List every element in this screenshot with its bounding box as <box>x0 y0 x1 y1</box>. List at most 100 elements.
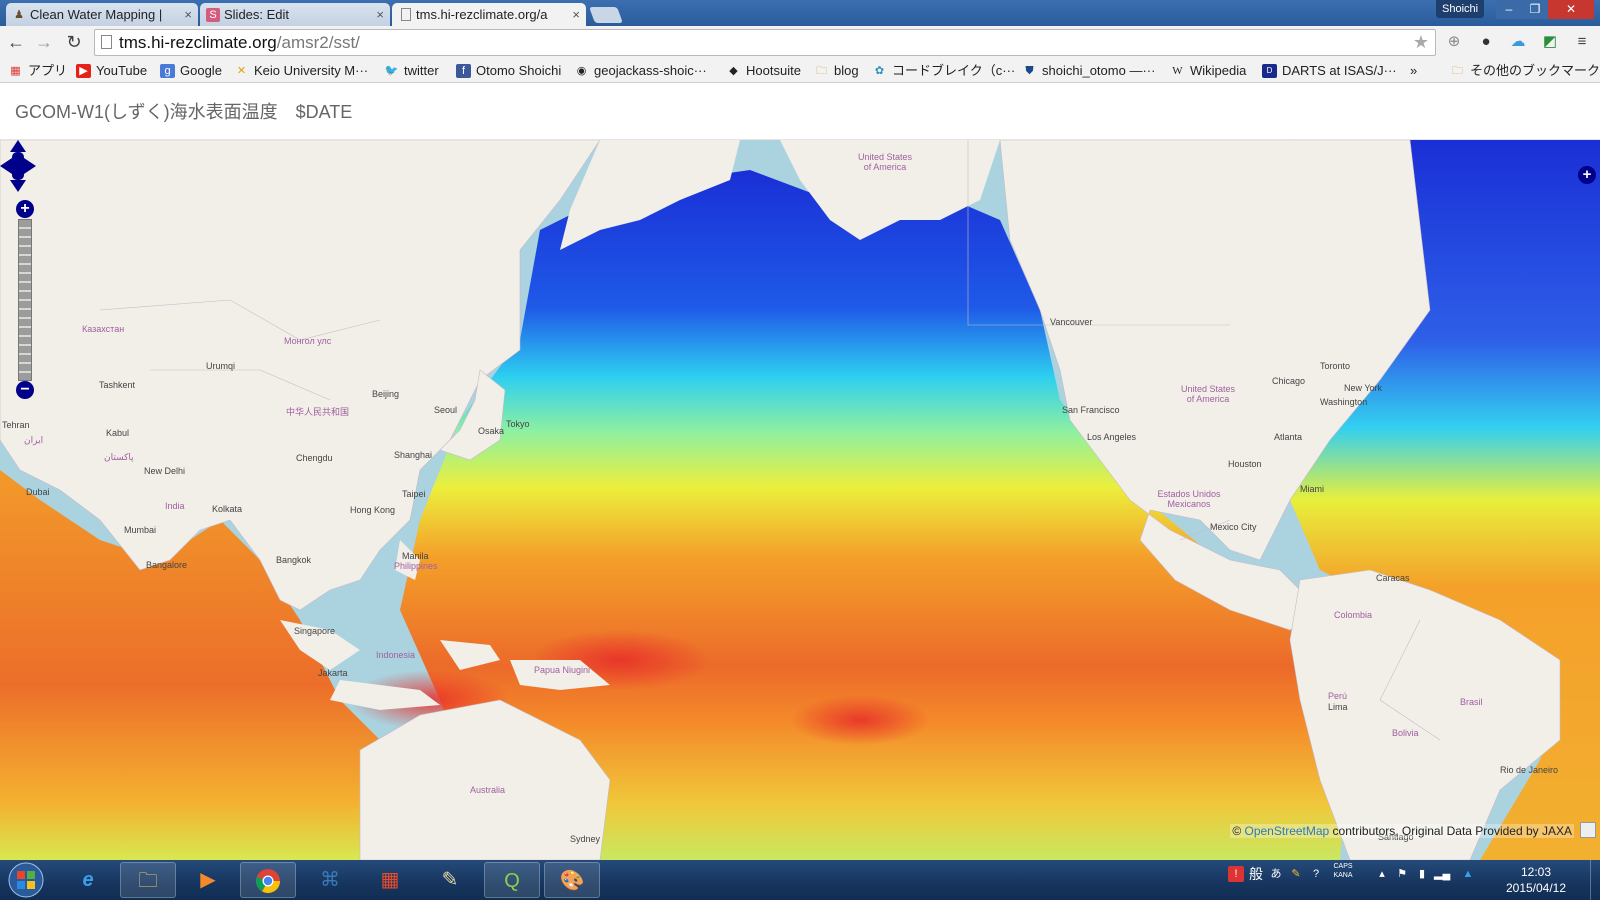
address-bar[interactable]: tms.hi-rezclimate.org/amsr2/sst/ ★ <box>94 29 1436 56</box>
show-hidden-icons-icon[interactable]: ▴ <box>1374 866 1390 882</box>
close-tab-icon[interactable]: × <box>376 3 384 26</box>
tab-title: Slides: Edit <box>224 7 290 22</box>
qgis-icon[interactable]: Q <box>484 862 540 898</box>
restore-icon[interactable]: ❐ <box>1522 0 1548 19</box>
bookmark-twitter[interactable]: 🐦 twitter <box>384 62 439 80</box>
pan-down-icon[interactable] <box>10 180 26 192</box>
new-tab-button[interactable] <box>589 7 623 23</box>
zoom-slider[interactable] <box>18 219 32 381</box>
map-label: Tehran <box>2 420 30 430</box>
map-label: Lima <box>1328 702 1348 712</box>
pan-control[interactable] <box>0 140 36 192</box>
tab-tms-hi-rezclimate[interactable]: tms.hi-rezclimate.org/a × <box>392 3 586 26</box>
python-icon[interactable]: ⌘ <box>302 862 358 898</box>
internet-explorer-icon[interactable]: e <box>60 862 116 898</box>
apps-grid-icon[interactable]: ▦ <box>362 862 418 898</box>
bookmark-star-icon[interactable]: ★ <box>1413 30 1429 55</box>
cloud-icon[interactable]: ☁ <box>1508 32 1528 52</box>
other-bookmarks-folder[interactable]: 🗀 その他のブックマーク <box>1450 62 1600 80</box>
antivirus-icon[interactable]: ! <box>1228 866 1244 882</box>
back-arrow-icon[interactable]: ← <box>4 30 28 54</box>
sst-map[interactable]: United States of America Казахстан Монго… <box>0 140 1600 860</box>
system-clock[interactable]: 12:03 2015/04/12 <box>1504 864 1568 896</box>
bookmark-google[interactable]: g Google <box>160 62 222 80</box>
folder-icon: 🗀 <box>1452 65 1463 77</box>
close-tab-icon[interactable]: × <box>184 3 192 26</box>
bookmark-keio[interactable]: ✕ Keio University M··· <box>234 62 368 80</box>
map-label: Seoul <box>434 405 458 415</box>
pan-up-icon[interactable] <box>10 140 26 152</box>
extension-icon[interactable]: ⊕ <box>1444 32 1464 52</box>
show-desktop-button[interactable] <box>1590 860 1600 900</box>
map-label: Urumqi <box>206 361 236 371</box>
ime-icon[interactable]: あ <box>1268 866 1284 882</box>
map-label: United States of America <box>857 152 913 172</box>
twitter-bird-icon: 🐦 <box>384 65 399 77</box>
broken-image-icon <box>1580 822 1596 838</box>
tab-clean-water-mapping[interactable]: ♟ Clean Water Mapping | × <box>6 3 198 26</box>
zoom-out-button[interactable]: − <box>16 381 34 399</box>
bookmark-blog[interactable]: 🗀 blog <box>814 62 859 80</box>
map-label: Washington <box>1320 397 1368 407</box>
map-label: 中华人民共和国 <box>286 407 350 417</box>
map-label: Chicago <box>1272 376 1306 386</box>
extension-icon[interactable]: ● <box>1476 32 1496 52</box>
clock-date: 2015/04/12 <box>1505 881 1567 895</box>
bookmark-facebook[interactable]: f Otomo Shoichi <box>456 62 561 80</box>
map-label: Shanghai <box>394 450 433 460</box>
clock-time: 12:03 <box>1520 865 1552 879</box>
bookmark-apps[interactable]: ▦ アプリ <box>8 62 67 80</box>
action-center-flag-icon[interactable]: ⚑ <box>1394 866 1410 882</box>
google-drive-icon[interactable]: ▲ <box>1460 866 1476 882</box>
start-button[interactable] <box>4 860 48 900</box>
map-label: India <box>165 501 185 511</box>
person-icon: ♟ <box>14 9 24 21</box>
keio-icon: ✕ <box>236 65 247 77</box>
file-explorer-icon[interactable]: 🗀 <box>120 862 176 898</box>
openstreetmap-link[interactable]: OpenStreetMap <box>1245 824 1330 838</box>
map-label: New Delhi <box>144 466 186 476</box>
map-label: Osaka <box>478 426 505 436</box>
zoom-in-button[interactable]: + <box>16 200 34 218</box>
tab-slides-edit[interactable]: S Slides: Edit × <box>200 3 390 26</box>
map-label: Taipei <box>402 489 426 499</box>
map-label: Toronto <box>1320 361 1351 371</box>
reload-icon[interactable]: ↻ <box>62 30 86 54</box>
minimize-icon[interactable]: ‒ <box>1496 0 1522 19</box>
tab-strip: ♟ Clean Water Mapping | × S Slides: Edit… <box>0 0 1600 26</box>
pen-tool-icon[interactable]: ✎ <box>422 862 478 898</box>
close-window-icon[interactable]: ✕ <box>1548 0 1594 19</box>
bookmark-darts[interactable]: D DARTS at ISAS/J··· <box>1262 62 1397 80</box>
map-label: Kabul <box>106 428 130 438</box>
extension-icon[interactable]: ◩ <box>1540 32 1560 52</box>
forward-arrow-icon[interactable]: → <box>32 30 56 54</box>
chrome-icon[interactable] <box>240 862 296 898</box>
ime-tools-icon[interactable]: ✎ <box>1288 866 1304 882</box>
page-icon <box>101 35 112 49</box>
help-icon[interactable]: ? <box>1308 866 1324 882</box>
map-label: ایران <box>24 435 44 445</box>
url-host: tms.hi-rezclimate.org <box>119 33 277 52</box>
ime-mode-icon[interactable]: 般 <box>1248 866 1264 882</box>
network-signal-icon[interactable]: ▂▄ <box>1434 866 1450 882</box>
map-label: San Francisco <box>1062 405 1120 415</box>
bookmark-youtube[interactable]: ▶ YouTube <box>76 62 147 80</box>
power-icon[interactable]: ▮ <box>1414 866 1430 882</box>
warm-pool <box>790 695 930 745</box>
map-label: Brasil <box>1460 697 1483 707</box>
bookmark-wikipedia[interactable]: W Wikipedia <box>1170 62 1246 80</box>
profile-button[interactable]: Shoichi <box>1436 0 1485 18</box>
paint-icon[interactable]: 🎨 <box>544 862 600 898</box>
menu-icon[interactable]: ≡ <box>1572 32 1592 52</box>
layer-switcher-button[interactable]: + <box>1578 166 1596 184</box>
bookmarks-overflow-button[interactable]: » <box>1410 62 1417 80</box>
map-label: پاکستان <box>104 452 134 462</box>
bookmark-shoichi-otomo[interactable]: ⛊ shoichi_otomo —··· <box>1022 62 1155 80</box>
bookmark-github[interactable]: ◉ geojackass-shoic··· <box>574 62 707 80</box>
bookmark-codebreak[interactable]: ✿ コードブレイク（c··· <box>872 62 1015 80</box>
media-player-icon[interactable]: ▶ <box>180 862 236 898</box>
close-tab-icon[interactable]: × <box>572 3 580 26</box>
bookmark-hootsuite[interactable]: ◆ Hootsuite <box>726 62 801 80</box>
map-label: Manila <box>402 551 429 561</box>
map-label: Beijing <box>372 389 400 399</box>
